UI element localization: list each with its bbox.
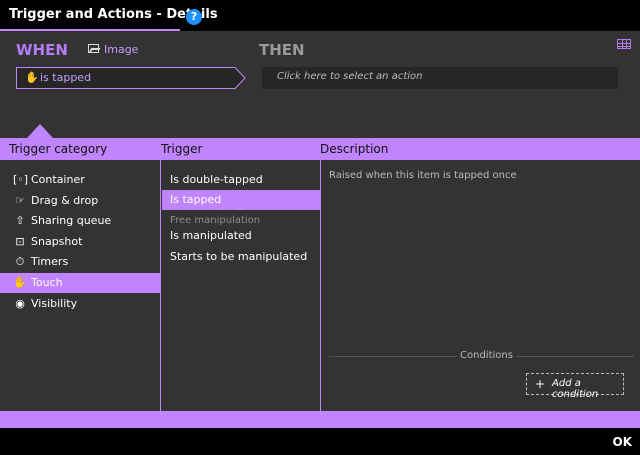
image-icon <box>88 44 99 53</box>
trigger-label: Is tapped <box>170 193 222 206</box>
category-label: Snapshot <box>31 235 83 248</box>
sharing-queue-icon: ⇧ <box>15 214 25 227</box>
hand-icon: ✋ <box>25 71 39 84</box>
category-label: Touch <box>31 276 63 289</box>
plus-icon: + <box>535 377 546 391</box>
footer-bar: OK <box>0 428 640 455</box>
category-label: Timers <box>31 255 69 268</box>
category-label: Sharing queue <box>31 214 112 227</box>
trigger-item-double-tapped[interactable]: Is double-tapped <box>162 170 320 190</box>
section-pointer <box>27 124 53 138</box>
trigger-item-tapped[interactable]: Is tapped <box>162 190 320 210</box>
column-divider <box>320 160 321 411</box>
title-bar: Trigger and Actions - Details ? <box>0 0 640 31</box>
description-text: Raised when this item is tapped once <box>329 170 517 181</box>
trigger-label: Is double-tapped <box>170 173 263 186</box>
trigger-label: Is manipulated <box>170 229 252 242</box>
header-trigger-category: Trigger category <box>9 142 108 156</box>
help-icon[interactable]: ? <box>186 9 202 25</box>
category-label: Drag & drop <box>31 194 99 207</box>
trigger-group-label: Free manipulation <box>170 215 261 226</box>
category-item-drag-drop[interactable]: ☞ Drag & drop <box>0 191 160 211</box>
eye-icon: ◉ <box>15 297 25 310</box>
selected-trigger-field[interactable]: ✋ is tapped <box>16 67 246 89</box>
timer-icon: ⏱ <box>15 255 25 268</box>
category-item-container[interactable]: [◦] Container <box>0 170 160 190</box>
snapshot-icon: ⊡ <box>15 235 25 248</box>
add-condition-button[interactable]: + Add a condition <box>526 373 624 400</box>
column-header-band: Trigger category Trigger Description <box>0 138 640 160</box>
header-description: Description <box>320 142 389 156</box>
trigger-item-manipulated[interactable]: Is manipulated <box>162 226 320 246</box>
trigger-label: Starts to be manipulated <box>170 250 308 263</box>
when-then-panel: WHEN Image THEN ✋ is tapped Click here t… <box>0 31 640 138</box>
bottom-accent-band <box>0 411 640 428</box>
trigger-item-starts-manipulated[interactable]: Starts to be manipulated <box>162 247 320 267</box>
action-placeholder: Click here to select an action <box>277 71 423 82</box>
grid-view-icon[interactable] <box>617 39 631 49</box>
category-item-sharing-queue[interactable]: ⇧ Sharing queue <box>0 211 160 231</box>
category-label: Visibility <box>31 297 78 310</box>
content-panel: [◦] Container ☞ Drag & drop ⇧ Sharing qu… <box>0 160 640 411</box>
object-label[interactable]: Image <box>104 43 138 56</box>
category-label: Container <box>31 173 85 186</box>
trigger-value: is tapped <box>40 71 92 84</box>
header-trigger: Trigger <box>161 142 203 156</box>
category-item-timers[interactable]: ⏱ Timers <box>0 252 160 272</box>
column-divider <box>160 160 161 411</box>
action-selector[interactable]: Click here to select an action <box>262 67 618 89</box>
drag-hand-icon: ☞ <box>15 194 25 207</box>
hand-icon: ✋ <box>13 276 27 289</box>
category-item-touch[interactable]: ✋ Touch <box>0 273 160 293</box>
ok-button[interactable]: OK <box>613 435 633 449</box>
category-item-visibility[interactable]: ◉ Visibility <box>0 294 160 314</box>
container-icon: [◦] <box>13 173 29 186</box>
when-heading: WHEN <box>16 41 68 59</box>
conditions-label: Conditions <box>457 350 516 361</box>
category-item-snapshot[interactable]: ⊡ Snapshot <box>0 232 160 252</box>
then-heading: THEN <box>259 41 305 59</box>
add-condition-label: Add a condition <box>552 378 599 400</box>
